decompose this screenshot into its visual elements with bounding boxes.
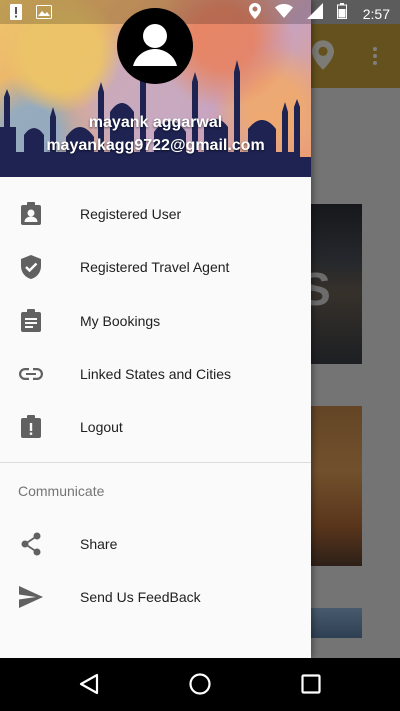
menu-item-logout[interactable]: Logout <box>0 400 311 453</box>
menu-divider <box>0 462 311 463</box>
location-icon <box>248 3 261 24</box>
menu-item-label: My Bookings <box>80 312 161 329</box>
send-icon <box>19 585 43 609</box>
section-title-communicate: Communicate <box>18 483 105 499</box>
assignment-ind-icon <box>19 201 43 226</box>
menu-item-label: Send Us FeedBack <box>80 588 201 605</box>
wifi-icon <box>274 4 293 23</box>
menu-item-share[interactable]: Share <box>0 517 311 570</box>
menu-item-label: Registered Travel Agent <box>80 258 230 275</box>
home-icon[interactable] <box>187 671 213 697</box>
verified-shield-icon <box>19 254 43 279</box>
status-bar: 2:57 <box>0 0 400 24</box>
menu-item-linked-states-and-cities[interactable]: Linked States and Cities <box>0 347 311 400</box>
image-icon <box>36 5 52 24</box>
system-navigation-bar <box>0 658 400 711</box>
user-name: mayank aggarwal <box>88 114 223 131</box>
share-icon <box>19 532 43 556</box>
signal-icon <box>306 3 323 24</box>
battery-icon <box>336 3 347 24</box>
menu-item-label: Linked States and Cities <box>80 365 231 382</box>
alert-icon <box>10 4 22 25</box>
navigation-drawer: mayank aggarwal mayankagg9722@gmail.com … <box>0 0 311 658</box>
assignment-late-icon <box>19 414 43 439</box>
user-email: mayankagg9722@gmail.com <box>46 137 265 154</box>
link-icon <box>19 362 43 386</box>
menu-item-send-feedback[interactable]: Send Us FeedBack <box>0 570 311 623</box>
menu-item-my-bookings[interactable]: My Bookings <box>0 294 311 347</box>
menu-item-registered-user[interactable]: Registered User <box>0 187 311 240</box>
account-circle-icon <box>133 24 177 66</box>
recents-icon[interactable] <box>298 671 324 697</box>
menu-item-label: Registered User <box>80 205 182 222</box>
back-icon[interactable] <box>76 671 102 697</box>
menu-item-label: Logout <box>80 418 123 435</box>
menu-item-registered-travel-agent[interactable]: Registered Travel Agent <box>0 240 311 293</box>
drawer-header: mayank aggarwal mayankagg9722@gmail.com <box>0 0 311 177</box>
menu-item-label: Share <box>80 535 118 552</box>
status-time: 2:57 <box>362 5 390 22</box>
assignment-icon <box>19 308 43 333</box>
